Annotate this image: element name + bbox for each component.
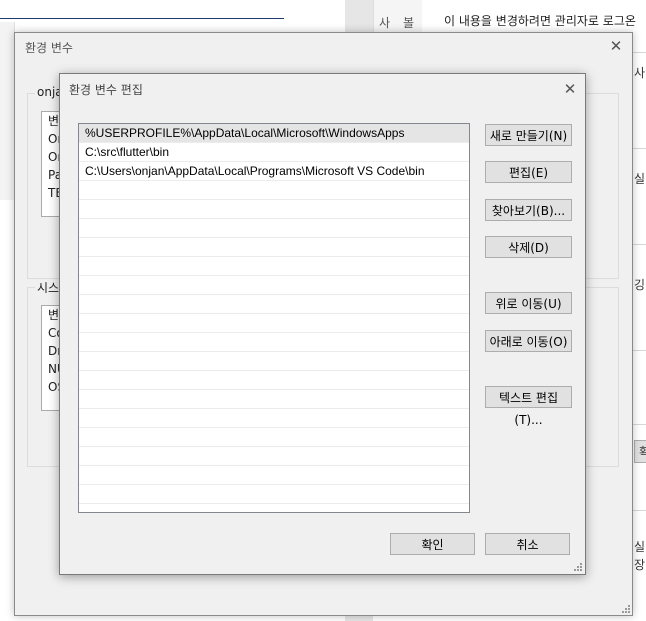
background-fragment: 사 — [634, 66, 646, 80]
background-divider — [632, 244, 646, 245]
resize-grip-icon[interactable] — [572, 561, 582, 571]
path-list[interactable]: %USERPROFILE%\AppData\Local\Microsoft\Wi… — [78, 123, 470, 513]
path-list-empty-row[interactable] — [79, 409, 469, 428]
background-button-fragment[interactable]: 확 — [634, 440, 646, 463]
path-list-empty-row[interactable] — [79, 371, 469, 390]
browse-button[interactable]: 찾아보기(B)... — [485, 199, 572, 221]
path-list-empty-row[interactable] — [79, 238, 469, 257]
new-button[interactable]: 새로 만들기(N) — [485, 124, 572, 146]
dialog-title: 환경 변수 — [25, 41, 73, 55]
background-divider — [632, 424, 646, 425]
background-tab-1[interactable]: 볼 — [403, 14, 414, 31]
move-down-button[interactable]: 아래로 이동(O) — [485, 330, 572, 352]
background-divider — [632, 350, 646, 351]
path-list-empty-row[interactable] — [79, 200, 469, 219]
path-list-item[interactable]: %USERPROFILE%\AppData\Local\Microsoft\Wi… — [79, 124, 469, 143]
delete-button[interactable]: 삭제(D) — [485, 236, 572, 258]
path-list-empty-row[interactable] — [79, 333, 469, 352]
cancel-button[interactable]: 취소 — [485, 533, 570, 555]
background-fragment: 장 — [634, 558, 646, 572]
background-tab-0[interactable]: 사 — [379, 14, 390, 31]
background-title-underline — [0, 18, 284, 19]
path-list-empty-row[interactable] — [79, 295, 469, 314]
path-list-empty-row[interactable] — [79, 181, 469, 200]
background-fragment: 실 — [634, 540, 646, 554]
path-list-empty-row[interactable] — [79, 257, 469, 276]
system-variables-group-label: 시스 — [35, 279, 62, 296]
path-list-empty-row[interactable] — [79, 390, 469, 409]
path-list-empty-row[interactable] — [79, 428, 469, 447]
background-divider — [632, 510, 646, 511]
path-list-empty-row[interactable] — [79, 352, 469, 371]
background-fragment: 실 — [634, 172, 646, 186]
background-admin-notice: 이 내용을 변경하려면 관리자로 로그온 — [444, 14, 636, 28]
edit-text-button[interactable]: 텍스트 편집(T)... — [485, 386, 572, 427]
background-divider — [632, 148, 646, 149]
path-list-empty-row[interactable] — [79, 276, 469, 295]
background-fragment: 깅 — [634, 278, 646, 292]
path-list-empty-row[interactable] — [79, 447, 469, 466]
dialog-title: 환경 변수 편집 — [69, 83, 143, 97]
background-left-panel — [0, 22, 15, 200]
background-divider — [632, 52, 646, 53]
path-list-empty-row[interactable] — [79, 314, 469, 333]
path-list-empty-row[interactable] — [79, 485, 469, 504]
path-list-empty-row[interactable] — [79, 219, 469, 238]
resize-grip-icon[interactable] — [620, 603, 630, 613]
ok-button[interactable]: 확인 — [390, 533, 475, 555]
edit-button[interactable]: 편집(E) — [485, 161, 572, 183]
edit-environment-variable-dialog: 환경 변수 편집 ✕ %USERPROFILE%\AppData\Local\M… — [59, 73, 586, 575]
path-list-item[interactable]: C:\Users\onjan\AppData\Local\Programs\Mi… — [79, 162, 469, 181]
move-up-button[interactable]: 위로 이동(U) — [485, 292, 572, 314]
path-list-empty-row[interactable] — [79, 466, 469, 485]
path-list-item[interactable]: C:\src\flutter\bin — [79, 143, 469, 162]
close-icon[interactable]: ✕ — [609, 39, 623, 54]
close-icon[interactable]: ✕ — [563, 82, 577, 97]
